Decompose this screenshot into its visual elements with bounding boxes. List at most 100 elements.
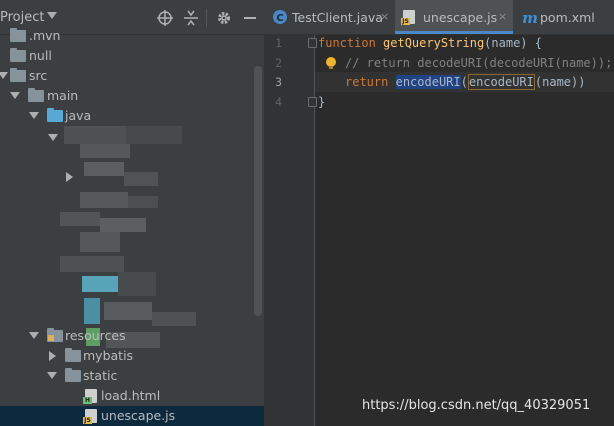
blur-pixel xyxy=(84,162,124,176)
blur-pixel xyxy=(152,312,196,326)
code-comment: // return decodeURI(decodeURI(name)); xyxy=(345,56,613,70)
tab-label: unescape.js xyxy=(423,10,498,25)
tree-item-label: unescape.js xyxy=(101,408,176,423)
close-icon[interactable]: × xyxy=(498,10,507,23)
folder-icon xyxy=(10,28,26,42)
tree-item-label: java xyxy=(65,108,92,123)
project-tree: .mvn null src main java resources mybati… xyxy=(0,26,264,426)
blur-pixel xyxy=(84,298,100,324)
tree-item-null[interactable]: null xyxy=(0,46,264,66)
tree-item-label: null xyxy=(29,48,52,63)
matched-identifier: encodeURI xyxy=(467,74,535,90)
svg-text:C: C xyxy=(276,13,283,24)
blur-pixel xyxy=(104,302,152,320)
close-icon[interactable]: × xyxy=(380,10,389,23)
tree-item-src[interactable]: src xyxy=(0,66,264,86)
fold-marker-icon[interactable] xyxy=(308,97,317,107)
keyword-return: return xyxy=(345,75,389,89)
tree-item-label: mybatis xyxy=(83,348,134,363)
keyword-function: function xyxy=(318,36,376,50)
tab-testclient-java[interactable]: C TestClient.java × xyxy=(264,0,394,34)
blur-pixel xyxy=(82,276,118,292)
line-number: 3 xyxy=(275,75,282,89)
blur-pixel xyxy=(80,192,128,208)
code-line-3[interactable]: return encodeURI(encodeURI(name)) xyxy=(345,74,586,90)
fold-marker-icon[interactable] xyxy=(308,38,317,48)
resources-folder-icon xyxy=(47,328,63,342)
blur-pixel xyxy=(126,126,182,144)
editor-panel: C TestClient.java × JS unescape.js × m p… xyxy=(264,0,614,426)
code-text: ( xyxy=(460,75,468,89)
tree-item-label: src xyxy=(29,68,48,83)
expand-arrow-icon[interactable] xyxy=(0,72,8,79)
collapse-icon[interactable] xyxy=(183,10,199,26)
tree-scrollbar[interactable] xyxy=(254,66,262,316)
function-name: getQueryString xyxy=(375,36,485,50)
target-icon[interactable] xyxy=(157,10,173,26)
html-file-icon: H xyxy=(83,389,97,404)
blur-pixel xyxy=(60,256,124,272)
line-number: 2 xyxy=(275,56,282,70)
chevron-down-icon[interactable] xyxy=(47,12,57,19)
header-divider xyxy=(206,9,207,27)
collapsed-arrow-icon[interactable] xyxy=(49,351,56,361)
expand-arrow-icon[interactable] xyxy=(29,332,39,339)
tree-item-mybatis[interactable]: mybatis xyxy=(0,346,264,366)
lightbulb-icon[interactable] xyxy=(326,57,336,69)
folder-icon xyxy=(10,48,26,62)
code-text: } xyxy=(318,95,326,109)
tree-item-resources[interactable]: resources xyxy=(0,326,264,346)
line-number-gutter xyxy=(264,35,314,426)
tree-item-label: static xyxy=(83,368,118,383)
blur-pixel xyxy=(80,144,130,158)
tree-item-unescape-js[interactable]: JS unescape.js xyxy=(0,406,264,426)
folder-icon xyxy=(28,88,44,102)
code-line-2[interactable]: // return decodeURI(decodeURI(name)); xyxy=(345,56,612,70)
folder-icon xyxy=(65,348,81,362)
tree-item-label: .mvn xyxy=(29,28,61,43)
expand-arrow-icon xyxy=(48,134,58,141)
folder-icon xyxy=(65,368,81,382)
js-file-icon: JS xyxy=(83,409,97,424)
watermark: https://blog.csdn.net/qq_40329051 xyxy=(362,398,591,413)
project-panel-title[interactable]: Project xyxy=(0,10,44,25)
selected-identifier: encodeURI xyxy=(395,75,461,89)
tab-label: TestClient.java xyxy=(292,10,383,25)
tab-label: pom.xml xyxy=(540,10,595,25)
blur-pixel xyxy=(80,232,120,252)
expand-arrow-icon[interactable] xyxy=(47,372,57,379)
blur-pixel xyxy=(118,272,156,296)
tree-item-java[interactable]: java xyxy=(0,106,264,126)
expand-arrow-icon[interactable] xyxy=(10,92,20,99)
tab-unescape-js[interactable]: JS unescape.js × xyxy=(395,0,513,34)
maven-icon: m xyxy=(522,9,538,25)
tree-item-mvn[interactable]: .mvn xyxy=(0,26,264,46)
tree-item-label: resources xyxy=(65,328,126,343)
code-text: (name) { xyxy=(484,36,542,50)
tree-item-label: load.html xyxy=(101,388,161,403)
blur-pixel xyxy=(128,196,158,208)
gear-icon[interactable] xyxy=(216,10,232,26)
folder-icon xyxy=(10,68,26,82)
line-number: 4 xyxy=(275,95,282,109)
tree-item-load-html[interactable]: H load.html xyxy=(0,386,264,406)
tree-item-label: main xyxy=(47,88,79,103)
blur-pixel xyxy=(100,218,146,232)
blur-pixel xyxy=(60,212,100,226)
code-text: (name)) xyxy=(534,75,586,89)
project-panel: Project .mvn null src main java resource… xyxy=(0,0,264,426)
code-line-4[interactable]: } xyxy=(318,95,325,109)
code-line-1[interactable]: function getQueryString(name) { xyxy=(318,36,542,50)
gutter-divider xyxy=(314,35,315,426)
svg-text:m: m xyxy=(522,9,538,25)
expand-arrow-icon xyxy=(66,172,73,182)
tab-pom-xml[interactable]: m pom.xml xyxy=(514,0,614,34)
js-file-icon: JS xyxy=(401,10,415,25)
minimize-icon[interactable] xyxy=(242,10,258,26)
blur-pixel xyxy=(64,126,126,144)
tree-item-main[interactable]: main xyxy=(0,86,264,106)
tree-item-static[interactable]: static xyxy=(0,366,264,386)
expand-arrow-icon[interactable] xyxy=(29,112,39,119)
source-folder-icon xyxy=(47,108,63,122)
